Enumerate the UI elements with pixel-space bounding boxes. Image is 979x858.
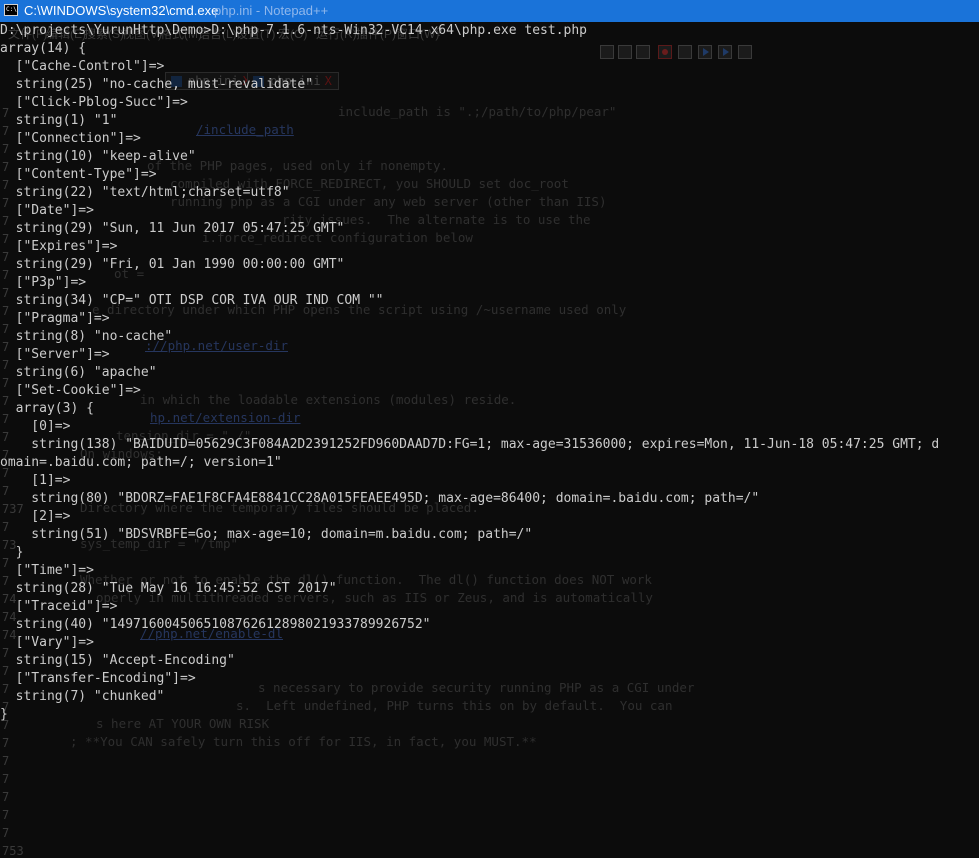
console-line: string(138) "BAIDUID=05629C3F084A2D23912… [0,437,940,452]
line-number: 753 [2,844,24,858]
console-line: string(6) "apache" [0,365,157,380]
console-line: ["Cache-Control"]=> [0,59,165,74]
line-number: 7 [2,754,10,768]
console-line: string(29) "Fri, 01 Jan 1990 00:00:00 GM… [0,257,345,272]
console-line: string(22) "text/html;charset=utf8" [0,185,290,200]
console-line: string(51) "BDSVRBFE=Go; max-age=10; dom… [0,527,533,542]
cmd-icon: C:\ [4,4,18,16]
console-line: ["Server"]=> [0,347,110,362]
console-line: } [0,545,24,560]
console-line: omain=.baidu.com; path=/; version=1" [0,455,282,470]
console-output[interactable]: D:\projects\YurunHttp\Demo>D:\php-7.1.6-… [0,22,979,748]
line-number: 7 [2,808,10,822]
console-command-line: D:\projects\YurunHttp\Demo>D:\php-7.1.6-… [0,23,587,38]
window-title-bar[interactable]: C:\ C:\WINDOWS\system32\cmd.exe php.ini … [0,0,979,22]
console-line: [2]=> [0,509,71,524]
line-number: 7 [2,826,10,840]
console-line: ["Traceid"]=> [0,599,118,614]
console-line: ["Click-Pblog-Succ"]=> [0,95,188,110]
console-line: ["Content-Type"]=> [0,167,157,182]
console-line: string(34) "CP=" OTI DSP COR IVA OUR IND… [0,293,384,308]
console-line: string(28) "Tue May 16 16:45:52 CST 2017… [0,581,337,596]
console-line: ["Connection"]=> [0,131,141,146]
window-title: C:\WINDOWS\system32\cmd.exe [24,3,219,18]
console-line: [0]=> [0,419,71,434]
console-line: ["Time"]=> [0,563,94,578]
console-line: ["P3p"]=> [0,275,87,290]
console-line: string(80) "BDORZ=FAE1F8CFA4E8841CC28A01… [0,491,760,506]
console-line: array(14) { [0,41,87,56]
console-line: ["Set-Cookie"]=> [0,383,141,398]
console-line: string(15) "Accept-Encoding" [0,653,235,668]
line-number: 7 [2,790,10,804]
console-line: string(40) "1497160045065108762612898021… [0,617,431,632]
background-window-title: php.ini - Notepad++ [214,3,329,18]
console-line: string(1) "1" [0,113,118,128]
console-line: ["Transfer-Encoding"]=> [0,671,196,686]
line-number: 7 [2,772,10,786]
console-line: } [0,707,8,722]
console-line: ["Expires"]=> [0,239,118,254]
console-line: ["Vary"]=> [0,635,94,650]
console-line: ["Date"]=> [0,203,94,218]
console-line: ["Pragma"]=> [0,311,110,326]
console-line: array(3) { [0,401,94,416]
console-line: string(7) "chunked" [0,689,165,704]
console-line: string(29) "Sun, 11 Jun 2017 05:47:25 GM… [0,221,345,236]
console-line: string(8) "no-cache" [0,329,173,344]
console-line: string(25) "no-cache, must-revalidate" [0,77,314,92]
console-line: string(10) "keep-alive" [0,149,196,164]
console-line: [1]=> [0,473,71,488]
